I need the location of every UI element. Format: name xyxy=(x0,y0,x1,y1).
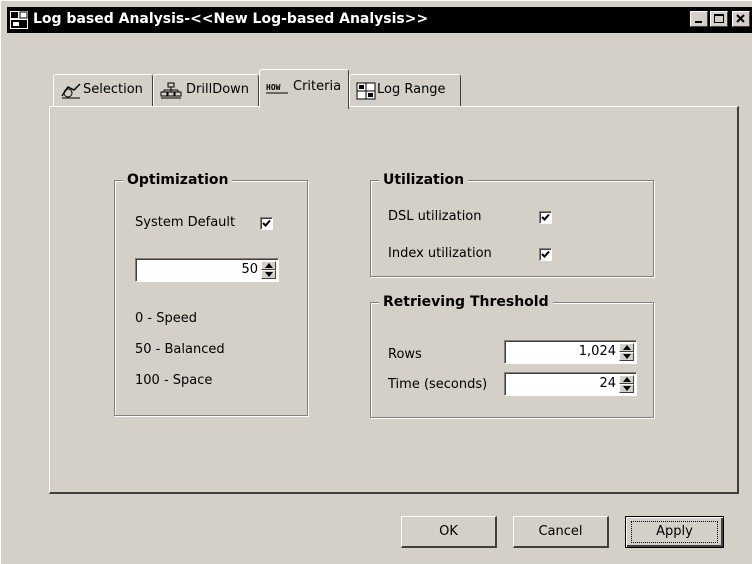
dsl-utilization-checkbox[interactable] xyxy=(539,211,552,224)
spin-up-button[interactable] xyxy=(619,343,634,352)
optimization-value: 50 xyxy=(241,262,258,277)
spin-arrows[interactable] xyxy=(619,343,634,361)
close-button[interactable] xyxy=(732,11,750,27)
optimization-spinner[interactable]: 50 xyxy=(135,258,279,282)
log-range-icon xyxy=(356,82,376,100)
dsl-utilization-label: DSL utilization xyxy=(388,209,482,224)
spin-down-button[interactable] xyxy=(619,352,634,361)
dialog-window: Log based Analysis-<<New Log-based Analy… xyxy=(0,0,752,564)
spin-down-button[interactable] xyxy=(261,270,276,279)
retrieving-threshold-group: Retrieving Threshold Rows 1,024 Time (se… xyxy=(370,294,654,418)
tab-label: Log Range xyxy=(377,82,446,97)
spin-up-icon xyxy=(623,377,631,382)
index-utilization-label: Index utilization xyxy=(388,246,492,261)
tab-label: Criteria xyxy=(293,79,342,94)
spin-arrows[interactable] xyxy=(619,375,634,393)
time-spinner[interactable]: 24 xyxy=(504,372,637,396)
svg-text:HOW: HOW xyxy=(266,83,281,92)
index-utilization-checkbox[interactable] xyxy=(539,248,552,261)
focus-rectangle xyxy=(631,521,718,543)
tab-criteria[interactable]: HOW Criteria xyxy=(259,69,349,109)
rows-value: 1,024 xyxy=(578,344,616,359)
maximize-icon xyxy=(714,14,724,23)
tab-log-range[interactable]: Log Range xyxy=(349,74,461,106)
close-icon xyxy=(736,14,745,23)
rows-spinner[interactable]: 1,024 xyxy=(504,340,637,364)
title-bar[interactable]: Log based Analysis-<<New Log-based Analy… xyxy=(7,7,752,33)
criteria-icon: HOW xyxy=(266,83,288,94)
apply-button[interactable]: Apply xyxy=(625,516,724,548)
utilization-group: Utilization DSL utilization Index utiliz… xyxy=(370,172,654,277)
spin-arrows[interactable] xyxy=(261,261,276,279)
legend-space: 100 - Space xyxy=(135,373,213,388)
time-value: 24 xyxy=(599,376,616,391)
tab-label: DrillDown xyxy=(186,82,250,97)
ok-button[interactable]: OK xyxy=(401,516,497,548)
system-default-label: System Default xyxy=(135,215,236,230)
minimize-icon xyxy=(695,21,702,23)
utilization-title: Utilization xyxy=(379,172,469,188)
maximize-button[interactable] xyxy=(710,11,728,27)
drilldown-icon xyxy=(160,82,182,99)
legend-speed: 0 - Speed xyxy=(135,311,197,326)
checkmark-icon xyxy=(262,219,271,227)
cancel-button[interactable]: Cancel xyxy=(513,516,609,548)
spin-down-button[interactable] xyxy=(619,384,634,393)
spin-up-icon xyxy=(265,263,273,268)
checkmark-icon xyxy=(541,213,550,221)
app-icon xyxy=(10,11,28,29)
spin-down-icon xyxy=(623,354,631,359)
spin-down-icon xyxy=(623,386,631,391)
legend-balanced: 50 - Balanced xyxy=(135,342,225,357)
rows-label: Rows xyxy=(388,347,422,362)
criteria-panel: Optimization System Default 50 0 - Speed… xyxy=(49,106,739,494)
spin-down-icon xyxy=(265,272,273,277)
spin-up-button[interactable] xyxy=(261,261,276,270)
system-default-checkbox[interactable] xyxy=(260,217,273,230)
tab-selection[interactable]: Selection xyxy=(53,74,153,106)
window-title: Log based Analysis-<<New Log-based Analy… xyxy=(33,11,429,27)
selection-icon xyxy=(61,83,81,99)
retrieving-threshold-title: Retrieving Threshold xyxy=(379,294,553,310)
spin-up-icon xyxy=(623,345,631,350)
optimization-title: Optimization xyxy=(123,172,233,188)
time-label: Time (seconds) xyxy=(388,377,488,392)
tab-label: Selection xyxy=(83,82,143,97)
spin-up-button[interactable] xyxy=(619,375,634,384)
tab-drilldown[interactable]: DrillDown xyxy=(153,74,259,106)
minimize-button[interactable] xyxy=(690,11,708,27)
optimization-group: Optimization System Default 50 0 - Speed… xyxy=(114,172,308,416)
checkmark-icon xyxy=(541,250,550,258)
